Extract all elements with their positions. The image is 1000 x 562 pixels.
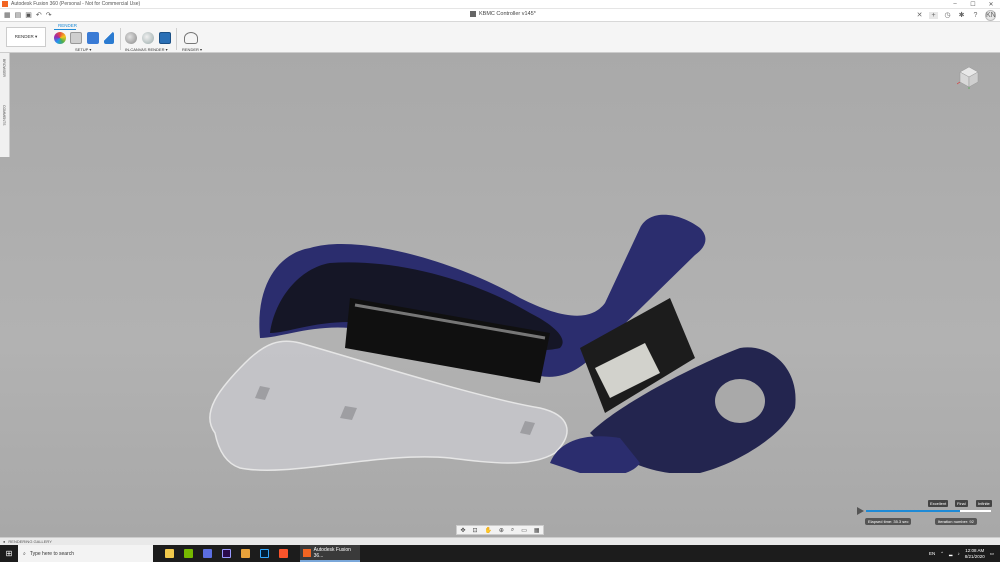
- pan-icon[interactable]: ✋: [484, 527, 491, 534]
- viewport-canvas[interactable]: BROWSER COMMENTS Excellent Final Infinit…: [0, 53, 1000, 537]
- render-settings-icon[interactable]: [142, 32, 154, 44]
- rendering-gallery-label: RENDERING GALLERY: [8, 539, 52, 544]
- tab-bar: ▦ ▤ ▣ ↶ ↷ KBMC Controller v145* ✕ + ◷ ✱ …: [0, 9, 1000, 22]
- minimize-button[interactable]: –: [946, 1, 964, 8]
- nvidia-icon[interactable]: [184, 549, 193, 558]
- rendered-model: [209, 214, 796, 473]
- workspace-switcher[interactable]: RENDER ▾: [6, 27, 46, 47]
- windows-taskbar: ⊞ ⌕ Type here to search Autodesk Fusion …: [0, 545, 1000, 562]
- display-settings-icon[interactable]: ▭: [521, 527, 527, 534]
- search-placeholder: Type here to search: [29, 550, 75, 557]
- orbit-icon[interactable]: ✥: [460, 527, 465, 534]
- component-icon: [470, 11, 476, 17]
- document-title: KBMC Controller v145*: [479, 11, 536, 17]
- avatar[interactable]: KN: [985, 9, 996, 21]
- volume-icon[interactable]: ♪: [957, 551, 959, 556]
- quality-excellent-tag: Excellent: [928, 500, 949, 507]
- tab-render[interactable]: RENDER: [58, 23, 77, 28]
- quality-infinite-tag: Infinite: [976, 500, 992, 507]
- premiere-icon[interactable]: [222, 549, 231, 558]
- save-icon[interactable]: ▣: [25, 11, 32, 19]
- folder-icon[interactable]: [241, 549, 250, 558]
- clock-date: 8/21/2020: [964, 553, 985, 559]
- new-tab-icon[interactable]: +: [929, 11, 938, 19]
- browser-strip[interactable]: BROWSER COMMENTS: [0, 53, 10, 157]
- toolbar-divider: [176, 28, 177, 50]
- help-icon[interactable]: ?: [971, 12, 980, 19]
- file-icon[interactable]: ▤: [15, 11, 22, 19]
- search-icon: ⌕: [23, 550, 26, 557]
- tab-bar-right: ✕ + ◷ ✱ ? KN: [915, 9, 996, 21]
- play-render-button[interactable]: [857, 507, 864, 515]
- document-tab[interactable]: KBMC Controller v145*: [470, 11, 536, 17]
- title-bar: Autodesk Fusion 360 (Personal - Not for …: [0, 0, 1000, 9]
- clock[interactable]: 12:08 AM 8/21/2020: [965, 548, 985, 560]
- browser-panel-label[interactable]: BROWSER: [2, 59, 6, 77]
- zoom-icon[interactable]: ⊕: [499, 527, 504, 534]
- gallery-toggle-icon[interactable]: ●: [3, 539, 5, 544]
- toolbar: RENDER ▾ RENDER SETUP ▾ IN-CANVAS RENDER…: [0, 22, 1000, 53]
- window-controls: – ☐ ✕: [946, 1, 1000, 8]
- close-tab-icon[interactable]: ✕: [915, 11, 924, 19]
- view-cube-icon[interactable]: [957, 65, 981, 89]
- scene-settings-icon[interactable]: [70, 32, 82, 44]
- in-canvas-render-icon[interactable]: [125, 32, 137, 44]
- quality-final-tag: Final: [955, 500, 968, 507]
- clock-time: 12:08 AM: [965, 547, 985, 553]
- fit-icon[interactable]: ⌕: [511, 527, 514, 534]
- render-group-label[interactable]: RENDER ▾: [182, 47, 202, 52]
- maximize-button[interactable]: ☐: [964, 1, 982, 8]
- app-icon[interactable]: [203, 549, 212, 558]
- clock-icon[interactable]: ◷: [943, 11, 952, 19]
- grid-settings-icon[interactable]: ▦: [534, 527, 540, 534]
- toolbar-divider: [120, 28, 121, 50]
- active-tab-indicator: [54, 29, 76, 30]
- taskbar-fusion-app[interactable]: Autodesk Fusion 36...: [300, 545, 360, 562]
- tray-overflow-icon[interactable]: ⌃: [940, 551, 944, 557]
- pinned-apps: [165, 549, 288, 558]
- render-progress-fill: [866, 510, 960, 512]
- rendering-gallery-bar[interactable]: ● RENDERING GALLERY: [0, 537, 1000, 545]
- file-explorer-icon[interactable]: [165, 549, 174, 558]
- windows-start-icon[interactable]: ⊞: [0, 545, 18, 562]
- window-title: Autodesk Fusion 360 (Personal - Not for …: [11, 1, 141, 7]
- quick-access: ▦ ▤ ▣ ↶ ↷: [4, 11, 52, 19]
- brave-icon[interactable]: [279, 549, 288, 558]
- navigation-bar: ✥ ⊡ ✋ ⊕ ⌕ ▭ ▦: [456, 525, 544, 535]
- in-canvas-render-group-label[interactable]: IN-CANVAS RENDER ▾: [125, 47, 168, 52]
- appearance-icon[interactable]: [54, 32, 66, 44]
- decal-icon[interactable]: [104, 32, 114, 44]
- notification-center-icon[interactable]: ▭: [990, 551, 994, 557]
- fusion-logo-icon: [2, 1, 8, 7]
- active-app-label: Autodesk Fusion 36...: [313, 546, 351, 559]
- system-tray: EN ⌃ ▂ ♪ 12:08 AM 8/21/2020 ▭: [929, 548, 1000, 560]
- render-progress-track[interactable]: [866, 510, 991, 512]
- language-indicator[interactable]: EN: [929, 551, 935, 556]
- close-button[interactable]: ✕: [982, 1, 1000, 8]
- look-at-icon[interactable]: ⊡: [472, 527, 477, 534]
- fusion-app-icon: [303, 548, 311, 557]
- undo-icon[interactable]: ↶: [36, 11, 42, 19]
- render-teapot-icon[interactable]: [184, 32, 198, 44]
- grid-menu-icon[interactable]: ▦: [4, 11, 11, 19]
- comments-panel-label[interactable]: COMMENTS: [2, 105, 6, 125]
- notifications-icon[interactable]: ✱: [957, 11, 966, 19]
- iteration-label: Iteration number: 92: [935, 518, 977, 525]
- avatar-initials: KN: [986, 11, 996, 19]
- taskbar-search[interactable]: ⌕ Type here to search: [18, 545, 153, 562]
- network-icon[interactable]: ▂: [949, 551, 952, 557]
- elapsed-time-label: Elapsed time: 35.3 sec: [865, 518, 912, 525]
- photoshop-icon[interactable]: [260, 549, 269, 558]
- texture-map-icon[interactable]: [87, 32, 99, 44]
- capture-image-icon[interactable]: [159, 32, 171, 44]
- trigger-opening: [715, 379, 765, 423]
- redo-icon[interactable]: ↷: [46, 11, 52, 19]
- setup-group-label[interactable]: SETUP ▾: [75, 47, 91, 52]
